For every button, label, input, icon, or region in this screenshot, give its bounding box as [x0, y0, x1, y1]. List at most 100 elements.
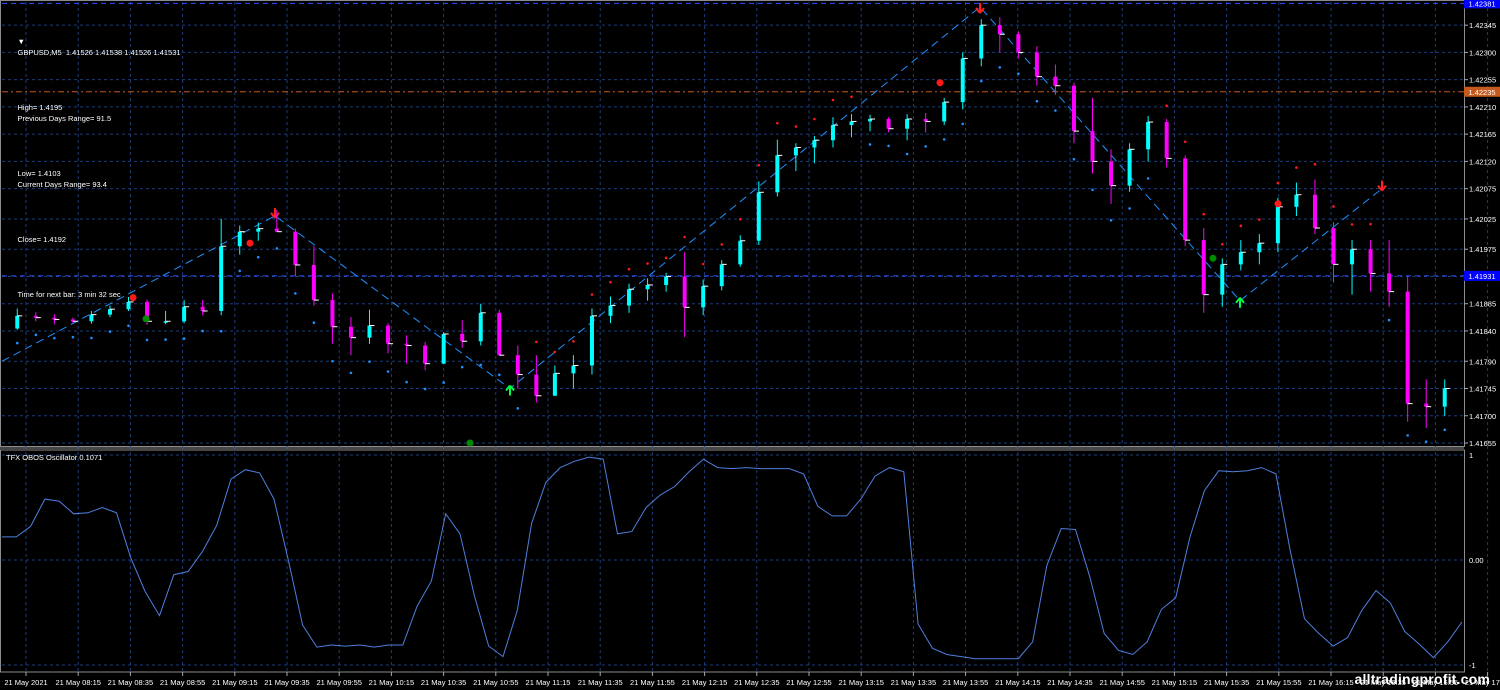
- bull-candle: [942, 102, 947, 122]
- bull-candle: [1294, 194, 1299, 207]
- price-chart-canvas[interactable]: 21 May 2021 21 May 08:15 21 May 08:35 21 Ma…: [0, 0, 1500, 690]
- bear-candle: [997, 25, 1002, 35]
- chart-info-panel: ▼ GBPUSD,M5 1.41526 1.41538 1.41526 1.41…: [5, 3, 181, 333]
- y-tick-label: 1.41840: [1469, 327, 1496, 336]
- sar-dot: [423, 387, 427, 391]
- watermark-text: alltradingprofit.com: [1354, 671, 1490, 687]
- sar-dot: [90, 336, 93, 340]
- x-tick-label: 21 May 10:35: [421, 678, 466, 687]
- bull-candle: [701, 286, 706, 308]
- x-tick-label: 21 May 09:35: [264, 678, 309, 687]
- sar-dot: [664, 256, 668, 260]
- close-value: Close= 1.4192: [17, 235, 67, 244]
- y-tick-label: 1.42075: [1469, 185, 1496, 194]
- bear-candle: [515, 355, 520, 375]
- sar-dot: [1109, 218, 1113, 222]
- sar-dot: [627, 267, 631, 271]
- sar-dot: [850, 95, 853, 99]
- main-panel-frame: [0, 0, 1465, 447]
- bull-candle: [1275, 206, 1280, 244]
- bear-candle: [1368, 249, 1373, 274]
- sar-dot: [887, 144, 890, 148]
- bull-candle: [182, 306, 187, 322]
- bear-candle: [1034, 52, 1039, 77]
- bull-candle: [552, 373, 557, 396]
- sar-dot: [405, 380, 408, 384]
- bear-candle: [1312, 194, 1317, 229]
- sar-dot: [294, 292, 297, 295]
- bear-candle: [1071, 85, 1076, 132]
- prev-range-value: Previous Days Range= 91.5: [17, 114, 112, 123]
- y-tick-label: 1.41790: [1469, 357, 1496, 366]
- sar-dot: [1017, 72, 1020, 76]
- sar-dot: [368, 360, 371, 363]
- sar-dot: [905, 152, 909, 156]
- bear-candle: [1405, 291, 1410, 404]
- bull-candle: [756, 192, 761, 241]
- x-tick-label: 21 May 08:15: [55, 678, 100, 687]
- signal-dot: [1274, 200, 1282, 208]
- low-value: Low= 1.4103: [17, 169, 61, 178]
- bull-candle: [608, 305, 613, 316]
- sar-dot: [145, 338, 149, 342]
- timer-row: Time for next bar: 3 min 32 sec: [5, 278, 181, 311]
- collapse-triangle-icon[interactable]: ▼: [18, 36, 25, 47]
- symbol-line-row: ▼ GBPUSD,M5 1.41526 1.41538 1.41526 1.41…: [5, 25, 181, 69]
- x-tick-label: 21 May 14:35: [1047, 678, 1092, 687]
- sar-dot: [776, 121, 779, 125]
- bull-candle: [793, 147, 798, 156]
- osc-y-tick-label: 1: [1469, 451, 1473, 460]
- price-tag-label: 1.41931: [1468, 272, 1495, 281]
- sar-dot: [349, 371, 353, 375]
- bear-candle: [1090, 131, 1095, 162]
- buy-arrow-icon: [505, 384, 515, 396]
- sar-dot: [516, 407, 520, 410]
- x-tick-label: 21 May 13:35: [891, 678, 936, 687]
- sar-dot: [924, 145, 927, 148]
- sar-dot: [1276, 181, 1280, 185]
- sar-dot: [683, 235, 686, 239]
- sar-dot: [1239, 224, 1243, 228]
- sar-dot: [1146, 177, 1150, 180]
- bull-candle: [219, 246, 224, 311]
- sar-dot: [182, 337, 186, 340]
- x-tick-label: 21 May 09:15: [212, 678, 257, 687]
- bull-candle: [1146, 122, 1151, 150]
- sar-dot: [738, 218, 742, 221]
- sar-dot: [164, 338, 167, 341]
- y-tick-label: 1.42165: [1469, 130, 1496, 139]
- bear-candle: [311, 264, 316, 301]
- chart-window: 21 May 2021 21 May 08:15 21 May 08:35 21 Ma…: [0, 0, 1500, 690]
- x-tick-label: 21 May 12:55: [786, 678, 831, 687]
- bull-candle: [367, 325, 372, 338]
- sar-dot: [942, 138, 946, 141]
- bull-candle: [441, 334, 446, 364]
- osc-y-tick-label: 0.00: [1469, 556, 1484, 565]
- bear-candle: [1331, 228, 1336, 265]
- bear-candle: [200, 306, 205, 311]
- bear-candle: [1387, 273, 1392, 292]
- x-tick-label: 21 May 11:55: [630, 678, 675, 687]
- bull-candle: [979, 25, 984, 59]
- sar-dot: [1387, 318, 1391, 322]
- sell-arrow-icon: [270, 207, 280, 219]
- x-tick-label: 21 May 11:15: [526, 678, 571, 687]
- sar-dot: [961, 122, 965, 126]
- x-tick-label: 21 May 09:55: [316, 678, 361, 687]
- sar-dot: [794, 125, 798, 128]
- low-row: Low= 1.4103 Current Days Range= 93.4: [5, 157, 181, 201]
- bar-timer: Time for next bar: 3 min 32 sec: [17, 290, 121, 299]
- sar-dot: [34, 333, 38, 337]
- bear-candle: [460, 334, 465, 342]
- bull-candle: [589, 315, 594, 366]
- sar-dot: [813, 117, 816, 121]
- sar-dot: [1350, 223, 1354, 226]
- sar-dot: [386, 370, 390, 373]
- high-value: High= 1.4195: [17, 103, 63, 112]
- oscillator-panel-frame: [0, 449, 1465, 673]
- buy-arrow-icon: [1235, 297, 1245, 308]
- sar-dot: [256, 255, 260, 259]
- sar-dot: [479, 363, 483, 367]
- y-tick-label: 1.41745: [1469, 385, 1496, 394]
- sar-dot: [201, 329, 204, 333]
